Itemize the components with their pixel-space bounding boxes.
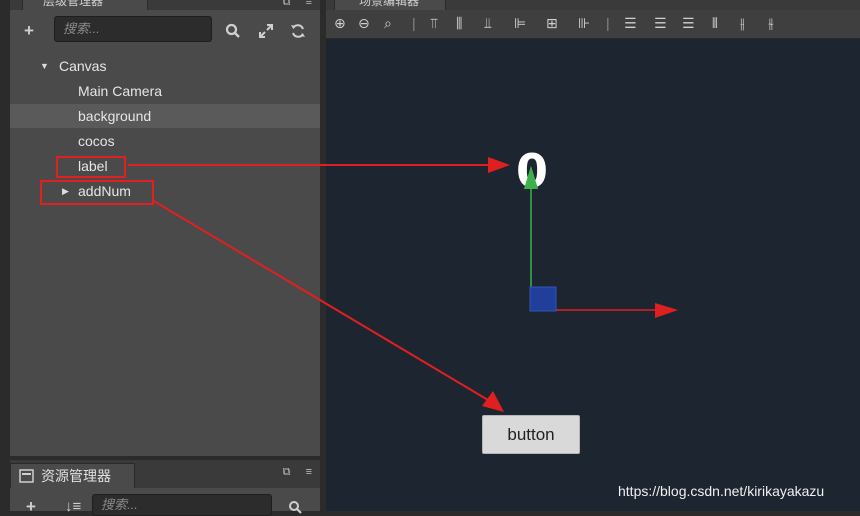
gizmo-x-arrow[interactable] — [655, 303, 678, 318]
gizmo-y-arrow-front — [524, 166, 538, 189]
annotation-arrowhead — [482, 391, 504, 412]
gizmo-center-handle[interactable] — [529, 286, 557, 312]
annotation-box-addnum — [40, 180, 154, 205]
annotation-arrow-addnum — [151, 199, 489, 401]
watermark-text: https://blog.csdn.net/kirikayakazu — [618, 483, 825, 499]
scene-button-node[interactable]: button — [482, 415, 580, 454]
annotation-box-label — [56, 156, 126, 178]
annotation-overlay — [128, 157, 678, 412]
annotation-arrowhead — [488, 157, 510, 173]
